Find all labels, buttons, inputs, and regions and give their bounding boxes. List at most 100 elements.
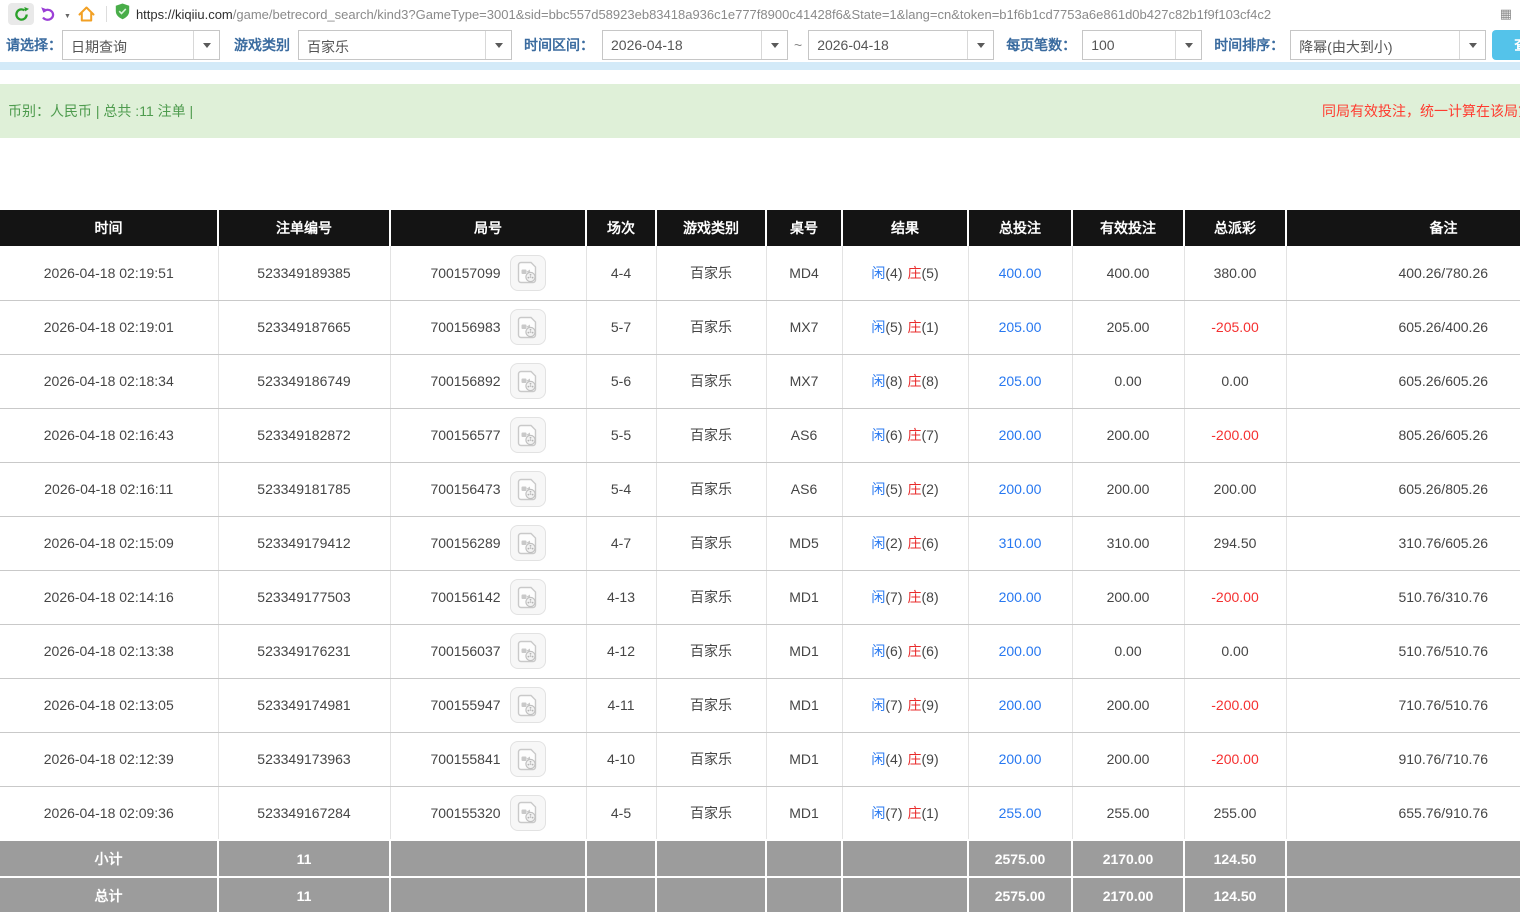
toolbar-divider: [106, 6, 107, 22]
session: 5-5: [611, 427, 631, 443]
total-bet-link[interactable]: 310.00: [999, 535, 1042, 551]
game-type: 百家乐: [690, 697, 732, 713]
undo-icon[interactable]: [40, 6, 57, 22]
home-icon[interactable]: [77, 5, 96, 23]
table-row: 2026-04-18 02:14:16 523349177503 7001561…: [0, 570, 1520, 624]
video-replay-icon[interactable]: [510, 795, 546, 831]
per-page-select[interactable]: 100: [1082, 30, 1202, 60]
video-replay-icon[interactable]: [510, 579, 546, 615]
chevron-down-icon[interactable]: [485, 31, 511, 59]
table-row: 2026-04-18 02:18:34 523349186749 7001568…: [0, 354, 1520, 408]
player-result: 闲: [871, 373, 885, 389]
session: 4-7: [611, 535, 631, 551]
total-bet-link[interactable]: 200.00: [999, 481, 1042, 497]
security-shield-icon[interactable]: [115, 3, 130, 25]
player-score: (7): [885, 697, 902, 713]
subtotal-row: 小计 11 2575.00 2170.00 124.50: [0, 840, 1520, 877]
total-count: 11: [218, 877, 390, 912]
valid-bet: 0.00: [1114, 643, 1141, 659]
bet-id: 523349182872: [257, 427, 350, 443]
table-number: MD1: [789, 751, 819, 767]
round-number: 700156037: [430, 643, 500, 659]
col-table-no: 桌号: [766, 210, 842, 246]
reload-icon[interactable]: [8, 3, 34, 25]
total-bet-link[interactable]: 200.00: [999, 751, 1042, 767]
video-replay-icon[interactable]: [510, 255, 546, 291]
total-bet-link[interactable]: 200.00: [999, 427, 1042, 443]
game-type: 百家乐: [690, 535, 732, 551]
time-sort-select[interactable]: 降幂(由大到小): [1290, 30, 1486, 60]
banker-result: 庄: [908, 643, 922, 659]
banker-result: 庄: [908, 805, 922, 821]
table-row: 2026-04-18 02:09:36 523349167284 7001553…: [0, 786, 1520, 840]
remark: 310.76/605.26: [1398, 535, 1488, 551]
col-time: 时间: [0, 210, 218, 246]
session: 4-4: [611, 265, 631, 281]
query-mode-select[interactable]: 日期查询: [62, 30, 220, 60]
total-bet-link[interactable]: 255.00: [999, 805, 1042, 821]
game-type: 百家乐: [690, 265, 732, 281]
total-bet-link[interactable]: 400.00: [999, 265, 1042, 281]
chevron-down-icon[interactable]: [193, 31, 219, 59]
bet-time: 2026-04-18 02:14:16: [44, 589, 174, 605]
address-bar[interactable]: https://kiqiiu.com/game/betrecord_search…: [115, 2, 1512, 26]
banker-result: 庄: [908, 535, 922, 551]
banker-score: (8): [922, 373, 939, 389]
table-row: 2026-04-18 02:16:11 523349181785 7001564…: [0, 462, 1520, 516]
video-replay-icon[interactable]: [510, 525, 546, 561]
round-number: 700156577: [430, 427, 500, 443]
session: 5-4: [611, 481, 631, 497]
col-game-type: 游戏类别: [656, 210, 766, 246]
game-type-select[interactable]: 百家乐: [298, 30, 512, 60]
date-to-select[interactable]: 2026-04-18: [808, 30, 994, 60]
video-replay-icon[interactable]: [510, 471, 546, 507]
total-bet-link[interactable]: 200.00: [999, 643, 1042, 659]
banker-score: (9): [922, 697, 939, 713]
subtotal-total-bet: 2575.00: [968, 840, 1072, 877]
date-from-select[interactable]: 2026-04-18: [602, 30, 788, 60]
player-result: 闲: [871, 751, 885, 767]
banker-result: 庄: [908, 265, 922, 281]
video-replay-icon[interactable]: [510, 633, 546, 669]
search-button[interactable]: 查询: [1492, 30, 1520, 60]
session: 5-6: [611, 373, 631, 389]
chevron-down-icon[interactable]: [761, 31, 787, 59]
col-result: 结果: [842, 210, 968, 246]
bet-records-table: 时间 注单编号 局号 场次 游戏类别 桌号 结果 总投注 有效投注 总派彩 备注…: [0, 210, 1520, 912]
game-type: 百家乐: [690, 589, 732, 605]
chevron-down-icon[interactable]: ▼: [64, 13, 71, 20]
round-number: 700156142: [430, 589, 500, 605]
video-replay-icon[interactable]: [510, 363, 546, 399]
table-row: 2026-04-18 02:13:38 523349176231 7001560…: [0, 624, 1520, 678]
total-bet-link[interactable]: 200.00: [999, 589, 1042, 605]
banker-result: 庄: [908, 481, 922, 497]
payout: -200.00: [1211, 589, 1258, 605]
chevron-down-icon[interactable]: [1175, 31, 1201, 59]
total-bet-link[interactable]: 205.00: [999, 319, 1042, 335]
session: 4-5: [611, 805, 631, 821]
banker-result: 庄: [908, 373, 922, 389]
video-replay-icon[interactable]: [510, 741, 546, 777]
col-valid-bet: 有效投注: [1072, 210, 1184, 246]
video-replay-icon[interactable]: [510, 417, 546, 453]
round-number: 700156289: [430, 535, 500, 551]
total-bet-link[interactable]: 205.00: [999, 373, 1042, 389]
chevron-down-icon[interactable]: [967, 31, 993, 59]
player-result: 闲: [871, 481, 885, 497]
banker-score: (6): [922, 535, 939, 551]
banker-score: (7): [922, 427, 939, 443]
col-total-bet: 总投注: [968, 210, 1072, 246]
bet-time: 2026-04-18 02:12:39: [44, 751, 174, 767]
qr-code-icon[interactable]: ▦: [1500, 6, 1512, 22]
payout: -200.00: [1211, 751, 1258, 767]
remark: 510.76/510.76: [1398, 643, 1488, 659]
round-number: 700155320: [430, 805, 500, 821]
round-number: 700156892: [430, 373, 500, 389]
query-mode-value: 日期查询: [63, 31, 193, 59]
video-replay-icon[interactable]: [510, 687, 546, 723]
summary-banner: 币别：人民币 | 总共 :11 注单 | 同局有效投注，统一计算在该局第: [0, 84, 1520, 138]
chevron-down-icon[interactable]: [1459, 31, 1485, 59]
col-session: 场次: [586, 210, 656, 246]
total-bet-link[interactable]: 200.00: [999, 697, 1042, 713]
video-replay-icon[interactable]: [510, 309, 546, 345]
